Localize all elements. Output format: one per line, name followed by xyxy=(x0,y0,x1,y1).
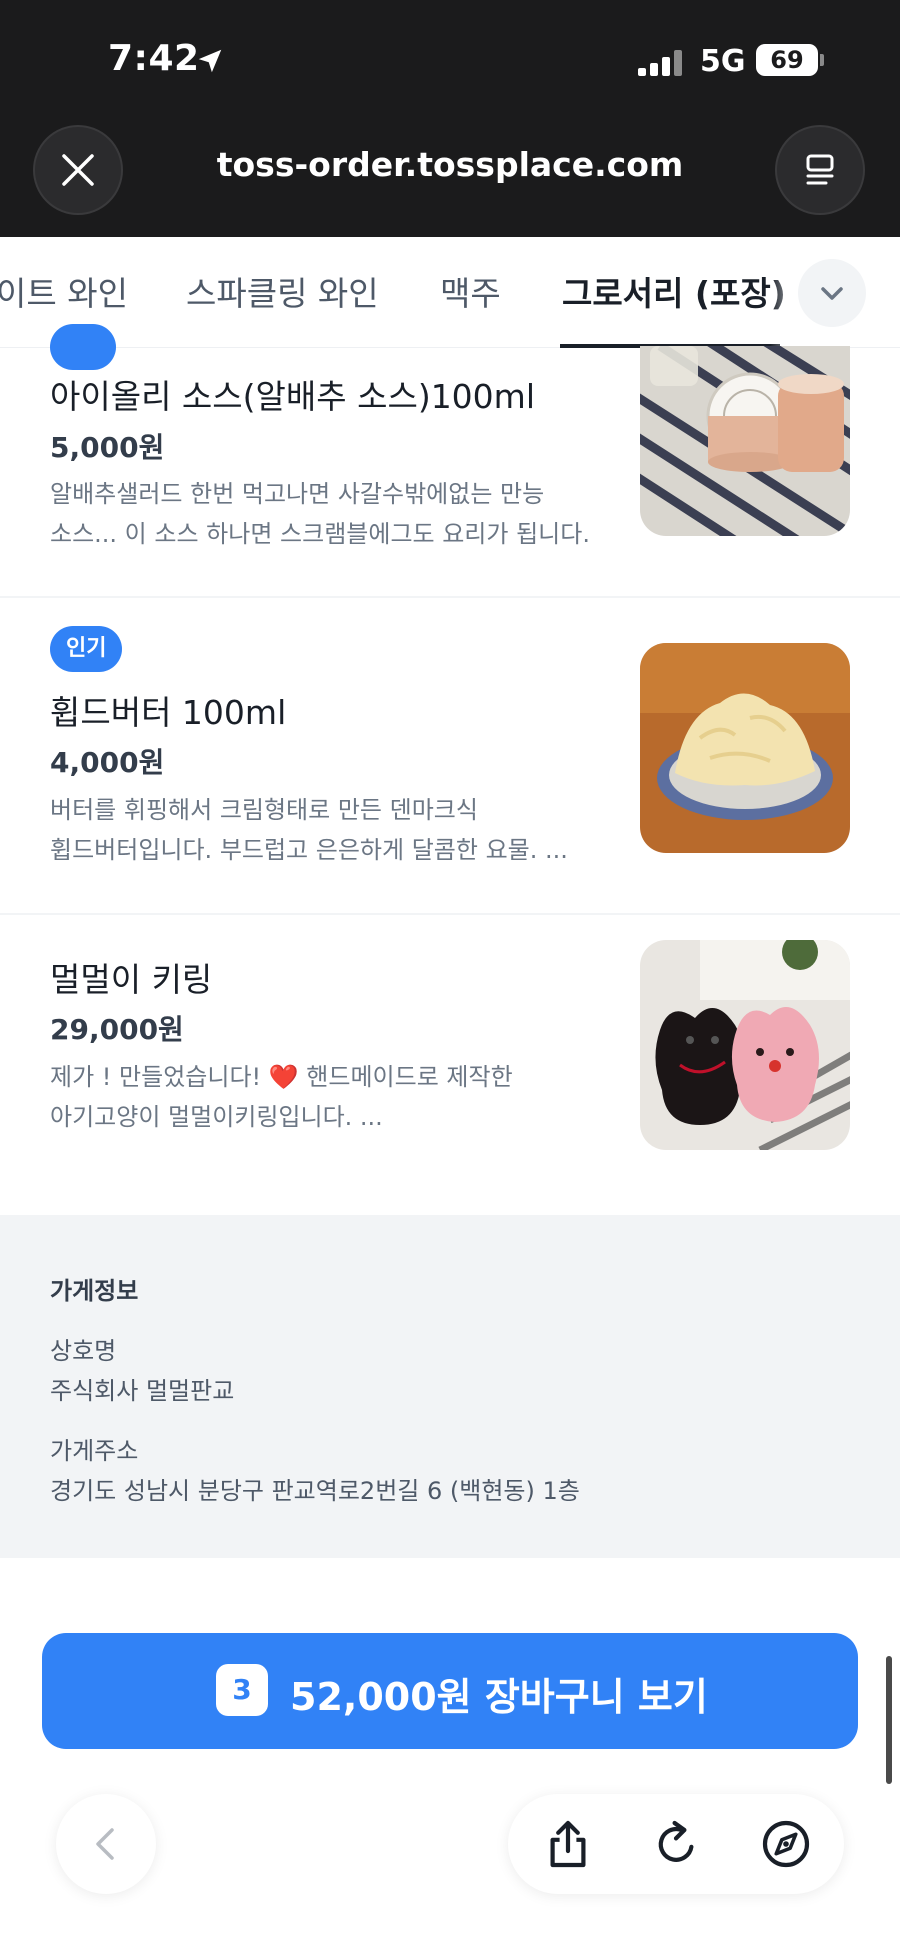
cart-count-badge: 3 xyxy=(216,1664,268,1716)
store-address-label: 가게주소 xyxy=(50,1437,139,1465)
list-item[interactable]: 멀멀이 키링 29,000원 제가 ! 만들었습니다! ❤️ 핸드메이드로 제작… xyxy=(0,915,900,1215)
item-image xyxy=(640,346,850,536)
close-icon xyxy=(62,154,94,186)
store-name-label: 상호명 xyxy=(50,1337,117,1365)
store-name-value: 주식회사 멀멀판교 xyxy=(50,1377,235,1405)
battery-level: 69 xyxy=(756,44,818,76)
back-button[interactable] xyxy=(56,1794,156,1894)
item-description: 알배추샐러드 한번 먹고나면 사갈수밖에없는 만능 소스... 이 소스 하나면… xyxy=(50,480,590,548)
item-name: 아이올리 소스(알배추 소스)100ml xyxy=(50,377,535,416)
more-categories-button[interactable] xyxy=(798,259,866,327)
item-description: 버터를 휘핑해서 크림형태로 만든 덴마크식 휩드버터입니다. 부드럽고 은은하… xyxy=(50,796,568,864)
item-image xyxy=(640,643,850,853)
badge-partial xyxy=(50,324,116,370)
item-name: 멀멀이 키링 xyxy=(50,960,213,999)
store-address-value: 경기도 성남시 분당구 판교역로2번길 6 (백현동) 1층 xyxy=(50,1477,580,1505)
url-bar[interactable]: toss-order.tossplace.com xyxy=(130,145,770,184)
browser-toolbar xyxy=(508,1794,844,1894)
tab-sparkling-wine[interactable]: 스파클링 와인 xyxy=(186,267,379,315)
item-image xyxy=(640,940,850,1150)
close-button[interactable] xyxy=(33,125,123,215)
tab-grocery[interactable]: 그로서리 (포장) xyxy=(562,267,786,315)
status-time: 7:42 xyxy=(108,38,200,79)
heart-emoji: ❤️ xyxy=(268,1063,299,1091)
list-item[interactable]: 인기 휩드버터 100ml 4,000원 버터를 휘핑해서 크림형태로 만든 덴… xyxy=(0,598,900,913)
item-description: 제가 ! 만들었습니다! ❤️ 핸드메이드로 제작한 아기고양이 멀멀이키링입니… xyxy=(50,1063,513,1131)
tab-beer[interactable]: 맥주 xyxy=(440,267,501,315)
item-price: 29,000원 xyxy=(50,1013,184,1046)
compass-icon[interactable] xyxy=(758,1816,814,1872)
store-info-section: 가게정보 상호명 주식회사 멀멀판교 가게주소 경기도 성남시 분당구 판교역로… xyxy=(0,1215,900,1558)
network-type: 5G xyxy=(700,44,746,79)
share-icon[interactable] xyxy=(540,1816,596,1872)
store-info-title: 가게정보 xyxy=(50,1277,139,1305)
reload-icon[interactable] xyxy=(648,1816,704,1872)
view-cart-button[interactable]: 3 52,000원 장바구니 보기 xyxy=(42,1633,858,1749)
item-price: 4,000원 xyxy=(50,746,165,779)
item-price: 5,000원 xyxy=(50,431,165,464)
tabs-icon xyxy=(806,154,834,185)
item-name: 휩드버터 100ml xyxy=(50,693,287,732)
list-item[interactable]: 아이올리 소스(알배추 소스)100ml 5,000원 알배추샐러드 한번 먹고… xyxy=(0,324,900,596)
location-arrow-icon xyxy=(198,49,222,73)
battery-tip xyxy=(820,54,824,66)
cart-label: 52,000원 장바구니 보기 xyxy=(290,1675,708,1719)
signal-icon xyxy=(638,50,686,76)
tabs-button[interactable] xyxy=(775,125,865,215)
chevron-down-icon xyxy=(821,287,843,300)
scrollbar[interactable] xyxy=(886,1656,892,1784)
category-tabs: 이트 와인 스파클링 와인 맥주 그로서리 (포장) xyxy=(0,237,900,348)
back-icon xyxy=(96,1828,114,1860)
popular-badge: 인기 xyxy=(50,626,123,672)
tab-white-wine[interactable]: 이트 와인 xyxy=(0,267,128,315)
browser-header: 7:42 5G 69 toss-order.tossplace.com xyxy=(0,0,900,237)
